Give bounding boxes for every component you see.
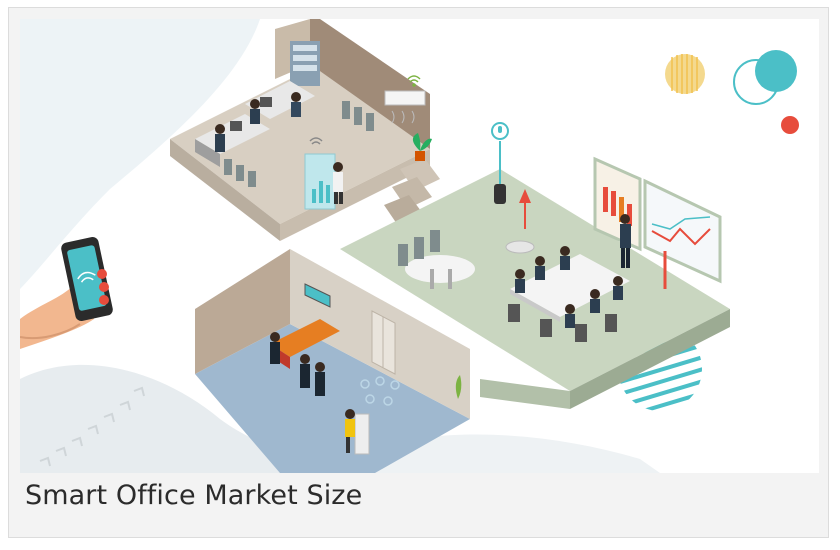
- article-card[interactable]: Smart Office Market Size: [8, 7, 829, 538]
- bar-chart-icon: [304, 153, 336, 210]
- smart-speaker-icon: [494, 184, 506, 204]
- smart-office-illustration: [20, 19, 819, 473]
- decorative-circles: [665, 50, 799, 134]
- card-title[interactable]: Smart Office Market Size: [25, 480, 362, 511]
